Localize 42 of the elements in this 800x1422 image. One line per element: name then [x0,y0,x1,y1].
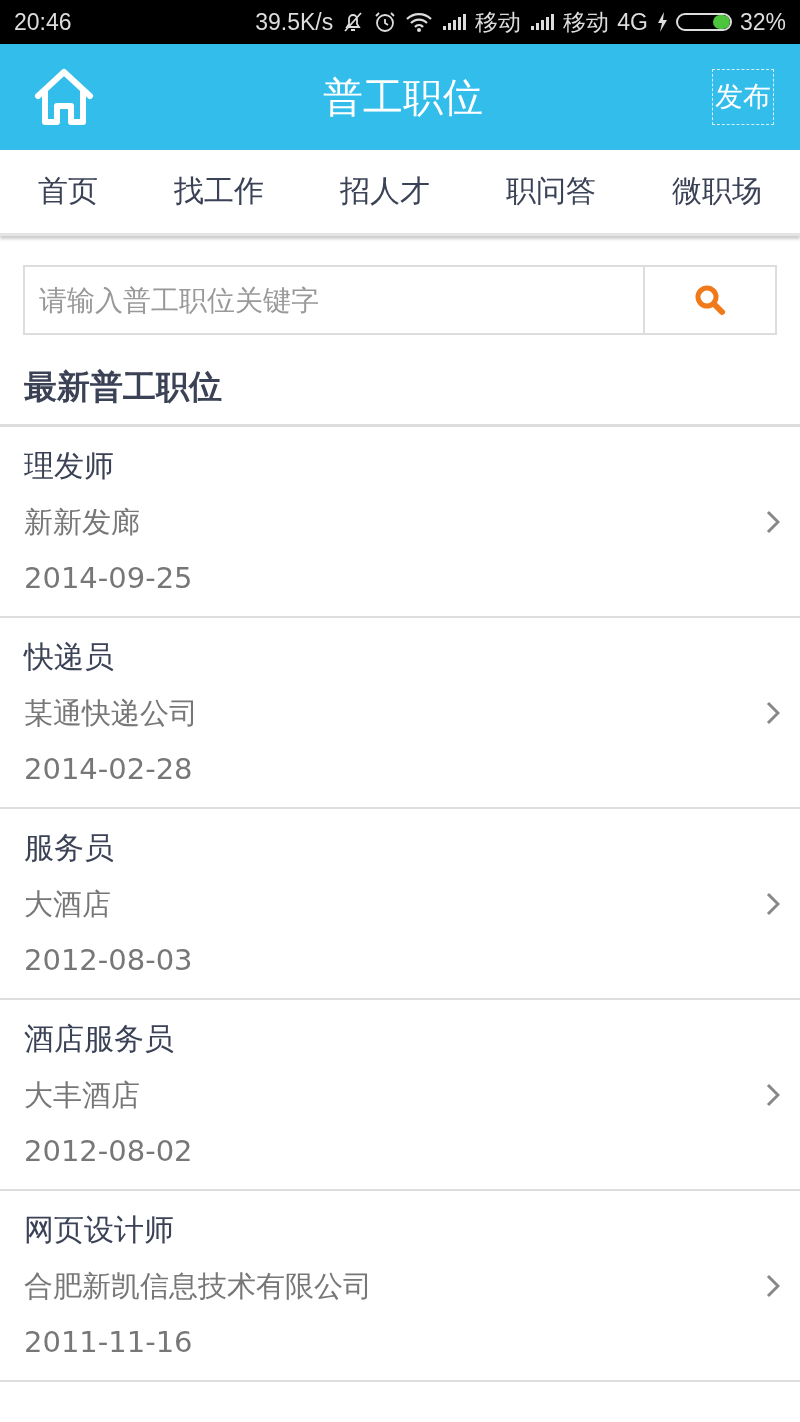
company-name: 大丰酒店 [24,1076,141,1114]
chevron-right-icon [766,700,780,725]
network-speed: 39.5K/s [255,8,334,36]
company-name: 某通快递公司 [24,694,198,732]
carrier-text: 移动 [563,7,610,37]
section-title: 最新普工职位 [0,335,800,427]
wifi-icon [405,11,434,33]
battery-icon [675,13,732,31]
job-title[interactable]: 酒店服务员 [24,1018,193,1059]
post-date: 2012-08-02 [24,1132,193,1170]
post-date: 2014-02-28 [24,750,194,788]
nav-tab[interactable]: 首页 [38,171,98,212]
job-title[interactable]: 网页设计师 [24,1209,372,1250]
chevron-right-icon [766,1273,780,1298]
nav-tab[interactable]: 招人才 [340,171,430,212]
nav-tab[interactable]: 找工作 [174,171,264,212]
company-name: 新新发廊 [24,503,141,541]
chevron-right-icon [766,1082,780,1107]
signal-icon [529,12,556,32]
post-date: 2011-11-16 [24,1323,194,1361]
search-field[interactable]: 请输入普工职位关键字 [23,265,645,335]
battery-percent: 32% [739,8,786,36]
charging-icon [655,11,668,33]
job-title[interactable]: 服务员 [24,827,193,868]
home-icon[interactable] [34,68,94,126]
network-type: 4G [617,8,648,36]
page-title: 普工职位 [323,72,483,122]
job-title[interactable]: 快递员 [24,636,198,677]
nav-tab[interactable]: 职问答 [506,171,596,212]
clock-text: 20:46 [14,8,72,36]
chevron-right-icon [766,891,780,916]
company-name: 合肥新凯信息技术有限公司 [24,1267,372,1305]
chevron-right-icon [766,509,780,534]
search-icon [693,283,727,317]
post-date: 2012-08-03 [24,941,193,979]
company-name: 大酒店 [24,885,112,923]
signal-icon [441,12,468,32]
nav-tab[interactable]: 微职场 [672,171,762,212]
search-button[interactable] [645,265,777,335]
job-title[interactable]: 理发师 [24,445,193,486]
carrier-text: 移动 [475,7,522,37]
post-date: 2014-09-25 [24,559,193,597]
